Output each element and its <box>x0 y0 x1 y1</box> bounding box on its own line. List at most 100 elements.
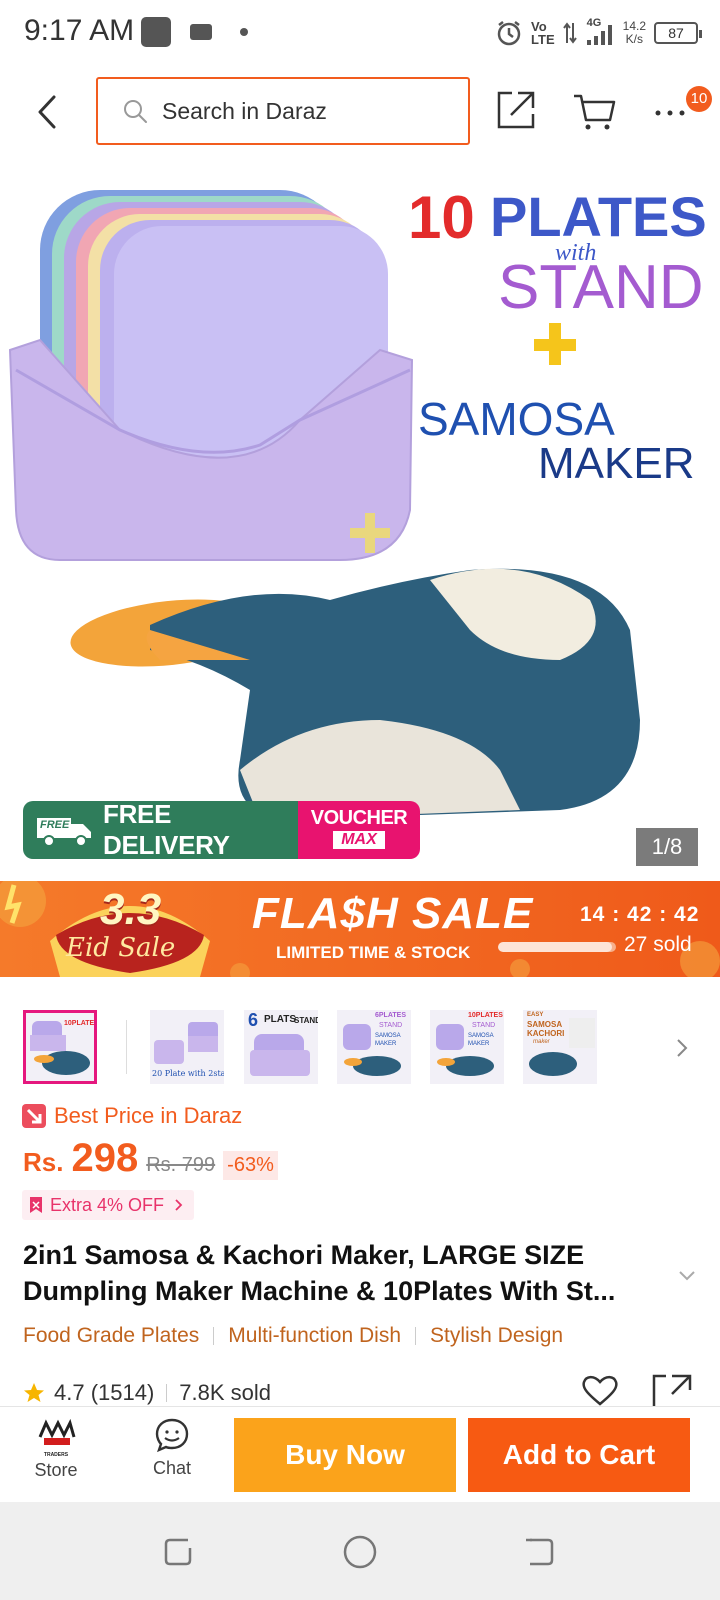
net-speed: 14.2 K/s <box>623 20 646 46</box>
headline-stand: STAND <box>498 253 704 322</box>
thumbnail-4-line-1: 6PLATES <box>375 1012 406 1019</box>
image-counter: 1/8 <box>636 828 698 866</box>
data-arrows-icon <box>562 22 577 44</box>
thumbnail-4-line-3: SAMOSA MAKER <box>375 1033 401 1047</box>
thumbnail-4[interactable]: 6PLATES STAND SAMOSA MAKER <box>337 1010 411 1084</box>
sold-progress-bar <box>498 942 616 952</box>
thumbnail-5-line-2: STAND <box>472 1022 496 1029</box>
thumbnail-divider <box>126 1020 127 1074</box>
truck-free-label: FREE <box>40 819 70 831</box>
thumbnail-5[interactable]: 10PLATES STAND SAMOSA MAKER <box>430 1010 504 1084</box>
extra-off-voucher[interactable]: Extra 4% OFF <box>22 1190 195 1220</box>
thumbnail-1[interactable]: 10PLATES <box>23 1010 97 1084</box>
free-delivery-badge: FREE FREE DELIVERY <box>23 799 299 860</box>
thumbnail-strip: 10PLATES 20 Plate with 2stand 6 PLATS ST… <box>0 1000 720 1084</box>
status-bar: 9:17 AM Vo LTE 4G 14.2 K/s 87 <box>0 0 720 64</box>
tag-food-grade: Food Grade Plates <box>23 1324 200 1347</box>
best-price-icon <box>22 1104 46 1128</box>
recent-apps-icon[interactable] <box>162 1534 196 1568</box>
sold-count: 7.8K sold <box>179 1380 272 1405</box>
message-notification-icon <box>190 24 212 40</box>
tag-separator <box>415 1327 416 1345</box>
rating-separator <box>166 1384 168 1402</box>
sold-progress-fill <box>498 942 613 952</box>
tag-separator <box>213 1327 215 1345</box>
extra-off-label: Extra 4% OFF <box>50 1194 165 1215</box>
flash-sale-banner[interactable]: 3.3 Eid Sale FLA$H SALE LIMITED TIME & S… <box>0 881 720 977</box>
best-price-text: Best Price in Daraz <box>54 1103 243 1128</box>
share-icon[interactable] <box>496 90 536 130</box>
thumbnail-3-stand: STAND <box>294 1016 318 1025</box>
alarm-icon <box>497 21 521 46</box>
best-price-label: Best Price in Daraz <box>22 1103 242 1129</box>
chevron-right-small-icon <box>175 1199 183 1211</box>
countdown-timer: 14 : 42 : 42 <box>580 903 700 926</box>
chevron-right-icon[interactable] <box>676 1038 688 1058</box>
thumbnail-2[interactable]: 20 Plate with 2stand <box>150 1010 224 1084</box>
product-image-carousel[interactable]: 10 PLATES with STAND SAMOSA MAKER FREE F… <box>0 160 720 880</box>
headline-maker: MAKER <box>538 439 694 488</box>
headline-samosa: SAMOSA <box>418 393 615 445</box>
wishlist-heart-icon[interactable] <box>580 1374 620 1406</box>
status-time: 9:17 AM <box>24 14 135 47</box>
thumbnail-2-caption: 20 Plate with 2stand <box>152 1069 224 1078</box>
network-gen-label: 4G <box>586 17 602 29</box>
truck-icon: FREE <box>35 812 95 848</box>
bottom-action-bar: TRADERS Store Chat Buy Now Add to Cart <box>0 1406 720 1502</box>
store-logo-text: TRADERS <box>43 1452 69 1458</box>
home-icon[interactable] <box>342 1534 378 1570</box>
back-arrow-icon[interactable] <box>36 94 58 130</box>
volte-indicator: Vo LTE <box>531 20 555 46</box>
thumbnail-6-line-4: maker <box>533 1039 550 1045</box>
store-label: Store <box>34 1460 78 1480</box>
voucher-max-label: MAX <box>333 831 385 849</box>
voucher-icon <box>30 1197 42 1213</box>
svg-text:10PLATES: 10PLATES <box>64 1020 94 1027</box>
signal-group: 4G <box>585 17 615 47</box>
eid-sale-number: 3.3 <box>100 885 162 934</box>
volte-line-2: LTE <box>531 32 555 47</box>
product-image: 10 PLATES with STAND SAMOSA MAKER <box>8 184 707 820</box>
cart-icon[interactable] <box>572 92 616 132</box>
feature-tags: Food Grade Plates Multi-function Dish St… <box>23 1324 563 1348</box>
tag-multi-function: Multi-function Dish <box>228 1324 401 1347</box>
store-tab[interactable]: TRADERS Store <box>16 1417 96 1481</box>
thumbnail-6-line-3: KACHORI <box>527 1029 565 1038</box>
price-currency: Rs. <box>23 1147 64 1177</box>
chevron-down-icon[interactable] <box>678 1270 696 1282</box>
thumbnail-6-line-2: SAMOSA <box>527 1020 563 1029</box>
voucher-max-badge: VOUCHER MAX <box>298 801 420 859</box>
back-nav-icon[interactable] <box>522 1534 556 1568</box>
thumbnail-3-word: PLATS <box>264 1014 297 1025</box>
thumbnail-3[interactable]: 6 PLATS STAND <box>244 1010 318 1084</box>
add-to-cart-button[interactable]: Add to Cart <box>468 1418 690 1492</box>
more-options-icon[interactable] <box>654 108 686 118</box>
gallery-notification-icon <box>141 17 171 47</box>
discount-badge: -63% <box>223 1151 278 1180</box>
free-delivery-label: FREE DELIVERY <box>103 799 230 860</box>
thumbnail-6-line-1: EASY <box>527 1012 544 1018</box>
flash-sold-count: 27 sold <box>624 933 692 956</box>
thumbnail-3-number: 6 <box>248 1010 259 1030</box>
rating-value: 4.7 (1514) <box>54 1380 155 1405</box>
search-placeholder: Search in Daraz <box>162 97 327 124</box>
chat-tab[interactable]: Chat <box>132 1417 212 1479</box>
price-row: Rs. 298 Rs. 799 -63% <box>23 1136 278 1181</box>
system-nav-bar <box>0 1502 720 1600</box>
thumbnail-4-line-2: STAND <box>379 1022 403 1029</box>
thumbnail-6[interactable]: EASY SAMOSA KACHORI maker <box>523 1010 597 1084</box>
store-logo-icon <box>38 1418 76 1445</box>
original-price: Rs. 799 <box>146 1154 216 1176</box>
share-product-icon[interactable] <box>652 1374 692 1406</box>
search-icon <box>124 100 147 123</box>
thumbnail-5-line-1: 10PLATES <box>468 1012 503 1019</box>
rating-row[interactable]: 4.7 (1514) 7.8K sold <box>22 1380 271 1406</box>
product-title: 2in1 Samosa & Kachori Maker, LARGE SIZE … <box>23 1240 616 1306</box>
battery-icon: 87 <box>654 22 702 44</box>
top-bar: Search in Daraz 10 <box>0 64 720 160</box>
status-right-group: Vo LTE 4G 14.2 K/s 87 <box>495 16 702 50</box>
buy-now-button[interactable]: Buy Now <box>234 1418 456 1492</box>
headline-plates: PLATES <box>490 185 707 248</box>
search-input[interactable]: Search in Daraz <box>96 77 470 145</box>
more-notifications-dot-icon <box>240 28 248 36</box>
